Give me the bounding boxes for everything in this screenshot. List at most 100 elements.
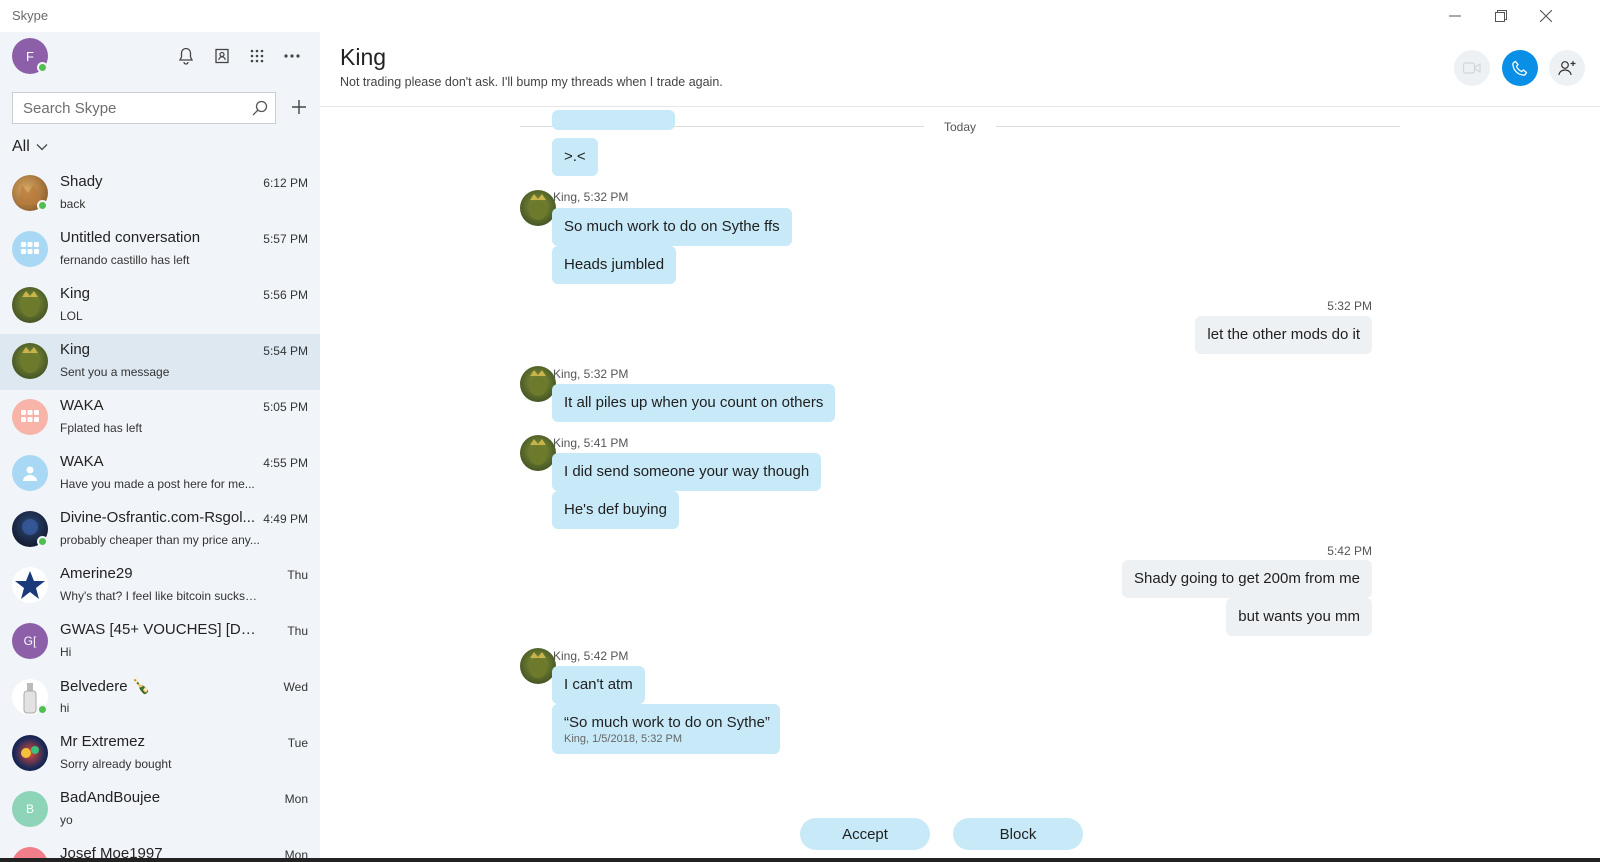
message-bubble[interactable]: I can't atm [552,666,645,704]
notifications-button[interactable] [174,44,198,68]
conversation-item[interactable]: Shady back 6:12 PM [0,166,320,222]
conversation-time: Thu [287,624,308,638]
accept-button[interactable]: Accept [800,818,930,850]
profile-presence-dot [37,62,48,73]
message-meta: King, 5:32 PM [553,190,629,204]
title-bar: Skype [0,0,1600,32]
more-options-button[interactable] [280,44,304,68]
message-request-actions: Accept Block [320,818,1600,852]
conversation-filter-dropdown[interactable]: All [12,138,48,156]
conversation-item[interactable]: Amerine29 Why's that? I feel like bitcoi… [0,558,320,614]
conversation-item[interactable]: Belvedere 🍾 hi Wed [0,670,320,726]
avatar-initials: G[ [23,634,37,648]
avatar: G[ [12,623,48,659]
conversation-name: WAKA [60,453,104,470]
contacts-button[interactable] [210,44,234,68]
sender-avatar[interactable] [520,435,556,471]
colorful-photo-icon [21,746,39,758]
king-photo-icon [529,194,547,220]
filter-label: All [12,138,30,155]
conversation-item[interactable]: WAKA Fplated has left 5:05 PM [0,390,320,446]
conversation-name: Belvedere 🍾 [60,678,151,695]
message-bubble[interactable]: It all piles up when you count on others [552,384,836,422]
conversation-name: Amerine29 [60,565,133,582]
close-button[interactable] [1523,0,1569,32]
online-status-dot [37,704,48,715]
conversation-name: King [60,285,91,302]
message-list: Today >.< King, 5:32 PM So much work to … [320,108,1600,806]
avatar [12,567,48,603]
conversation-item[interactable]: G[ GWAS [45+ VOUCHES] [DONO... Hi Thu [0,614,320,670]
add-person-icon [1558,61,1576,76]
sender-avatar[interactable] [520,190,556,226]
minimize-icon [1449,15,1461,17]
minimize-button[interactable] [1432,0,1478,32]
conversation-item-selected[interactable]: King Sent you a message 5:54 PM [0,334,320,390]
dialpad-button[interactable] [245,44,269,68]
quoted-attribution: King, 1/5/2018, 5:32 PM [564,733,683,745]
message-bubble[interactable]: Heads jumbled [552,246,677,284]
search-input[interactable] [13,93,233,123]
online-status-dot [37,200,48,211]
message-meta: King, 5:32 PM [553,367,629,381]
conversation-time: Thu [287,568,308,582]
conversation-item[interactable]: Mr Extremez Sorry already bought Tue [0,726,320,782]
date-label: Today [943,120,977,134]
group-icon [21,242,39,254]
avatar [12,399,48,435]
message-bubble[interactable]: >.< [552,138,598,176]
conversation-time: 5:56 PM [263,288,308,302]
avatar [12,343,48,379]
conversation-name: King [60,341,91,358]
conversation-time: 5:05 PM [263,400,308,414]
conversation-preview: yo [60,813,73,827]
restore-button[interactable] [1478,0,1524,32]
conversation-item[interactable]: WAKA Have you made a post here for me...… [0,446,320,502]
sender-avatar[interactable] [520,366,556,402]
message-bubble[interactable]: He's def buying [552,491,679,529]
message-bubble[interactable]: I did send someone your way though [552,453,822,491]
conversation-preview: back [60,197,86,211]
conversation-list: Shady back 6:12 PM Untitled conversation… [0,166,320,862]
contacts-book-icon [215,48,229,64]
conversation-time: Tue [287,736,308,750]
conversation-preview: Have you made a post here for me... [60,477,255,491]
audio-call-button[interactable] [1502,50,1538,86]
chat-panel: King Not trading please don't ask. I'll … [320,32,1600,862]
sender-avatar[interactable] [520,648,556,684]
header-divider [320,106,1600,107]
skype-window: Skype F Search Skype All Shady back 6:12… [0,0,1600,862]
conversation-item[interactable]: Untitled conversation fernando castillo … [0,222,320,278]
phone-icon [1512,60,1528,76]
avatar: B [12,791,48,827]
video-call-button[interactable] [1454,50,1490,86]
new-chat-button[interactable] [286,94,312,120]
search-icon[interactable] [251,99,269,117]
star-icon [15,571,45,599]
person-icon [23,466,37,481]
message-bubble-outgoing[interactable]: but wants you mm [1226,598,1372,636]
message-meta: King, 5:42 PM [553,649,629,663]
message-bubble[interactable]: So much work to do on Sythe ffs [552,208,792,246]
conversation-name: GWAS [45+ VOUCHES] [DONO... [60,621,256,638]
block-button[interactable]: Block [953,818,1083,850]
conversation-preview: Sent you a message [60,365,170,379]
conversation-preview: Fplated has left [60,421,143,435]
quoted-message-bubble[interactable]: “So much work to do on Sythe” King, 1/5/… [552,704,780,754]
conversation-time: 6:12 PM [263,176,308,190]
conversation-name: Divine-Osfrantic.com-Rsgol... [60,509,256,526]
message-bubble-clipped[interactable] [552,110,675,130]
chat-title[interactable]: King [340,44,386,71]
message-bubble-outgoing[interactable]: let the other mods do it [1195,316,1372,354]
avatar [12,287,48,323]
avatar [12,231,48,267]
conversation-item[interactable]: King LOL 5:56 PM [0,278,320,334]
video-camera-icon [1463,62,1481,74]
conversation-item[interactable]: Divine-Osfrantic.com-Rsgol... probably c… [0,502,320,558]
more-dots-icon [284,54,300,58]
add-people-button[interactable] [1549,50,1585,86]
message-bubble-outgoing[interactable]: Shady going to get 200m from me [1122,560,1372,598]
conversation-item[interactable]: B BadAndBoujee yo Mon [0,782,320,838]
conversation-name: Shady [60,173,103,190]
window-title: Skype [12,8,49,23]
